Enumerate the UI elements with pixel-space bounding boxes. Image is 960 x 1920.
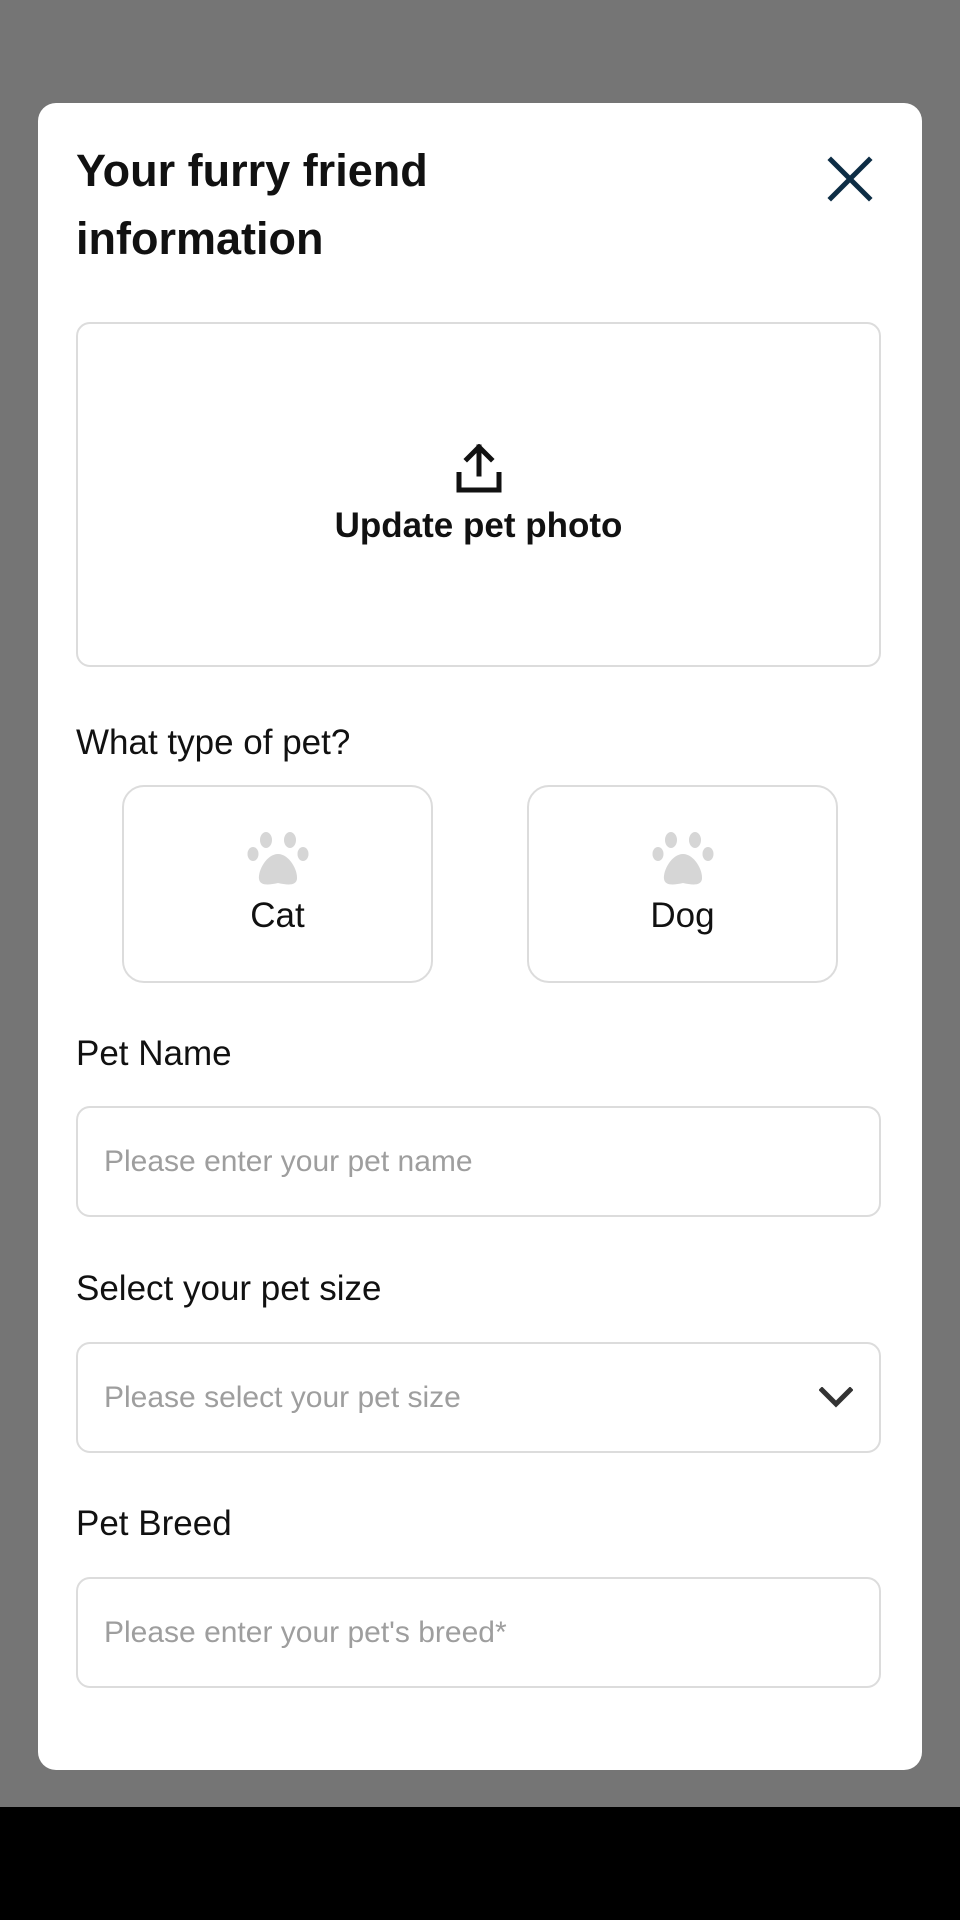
- pet-size-placeholder: Please select your pet size: [104, 1380, 461, 1414]
- pet-type-cat-label: Cat: [250, 896, 305, 935]
- paw-icon: [652, 832, 713, 885]
- pet-type-dog-label: Dog: [650, 896, 715, 935]
- paw-icon: [247, 832, 308, 885]
- pet-breed-label: Pet Breed: [76, 1504, 232, 1543]
- pet-size-label: Select your pet size: [76, 1269, 382, 1308]
- chevron-down-icon: [819, 1386, 853, 1408]
- modal-title: Your furry friend information: [76, 145, 428, 264]
- upload-icon: [456, 443, 501, 492]
- update-pet-photo-button[interactable]: Update pet photo: [76, 322, 881, 667]
- pet-size-select[interactable]: Please select your pet size: [76, 1342, 881, 1453]
- system-navigation-bar: [0, 1807, 960, 1920]
- pet-type-dog-option[interactable]: Dog: [527, 785, 838, 983]
- close-button[interactable]: [818, 147, 882, 211]
- pet-info-modal: Your furry friend information Update pet…: [38, 103, 922, 1770]
- pet-breed-input[interactable]: Please enter your pet's breed*: [76, 1577, 881, 1688]
- pet-name-label: Pet Name: [76, 1034, 232, 1073]
- pet-name-input[interactable]: Please enter your pet name: [76, 1106, 881, 1217]
- pet-type-cat-option[interactable]: Cat: [122, 785, 433, 983]
- close-icon: [827, 156, 873, 202]
- pet-type-label: What type of pet?: [76, 723, 351, 762]
- upload-label: Update pet photo: [334, 505, 623, 545]
